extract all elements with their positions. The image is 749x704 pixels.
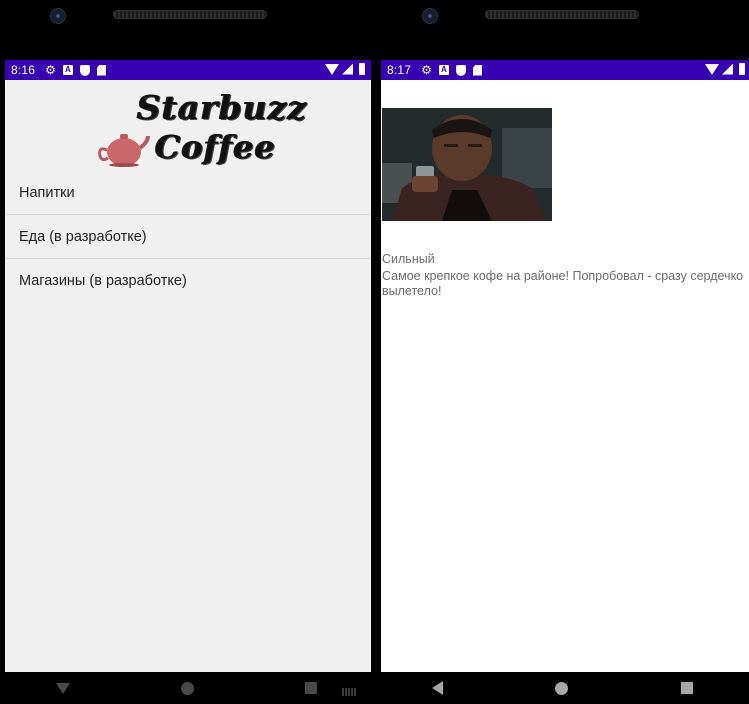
drink-photo [382,108,552,221]
navigation-bar [0,672,372,704]
left-phone: 8:16 ⚙ A Starbuzz Coffee Напитки Еда (в … [0,0,372,704]
status-time: 8:17 [387,63,412,77]
back-icon[interactable] [55,682,70,694]
front-camera [422,8,438,24]
recents-icon[interactable] [304,682,317,694]
earpiece-speaker [113,10,267,19]
battery-icon [739,63,745,75]
sd-card-icon [472,64,482,76]
drink-description: Самое крепкое кофе на районе! Попробовал… [382,269,744,298]
gear-icon: ⚙ [45,63,56,77]
gear-icon: ⚙ [421,63,432,77]
menu-item-food[interactable]: Еда (в разработке) [5,215,371,259]
main-screen: Starbuzz Coffee Напитки Еда (в разработк… [5,80,371,672]
menu-item-label: Напитки [19,184,75,201]
right-phone: 8:17 ⚙ A Сильный Самое крепкое кофе на р… [376,0,749,704]
shield-icon [455,64,466,76]
sd-card-icon [96,64,106,76]
drink-name: Сильный [382,252,435,266]
menu-item-label: Еда (в разработке) [19,228,147,245]
a-icon: A [62,65,73,75]
menu-item-label: Магазины (в разработке) [19,273,187,289]
teapot-icon [98,134,150,167]
status-bar: 8:16 ⚙ A [5,60,371,80]
wifi-icon [705,63,719,75]
logo-text-starbuzz: Starbuzz [137,88,308,127]
keyboard-icon[interactable] [342,688,356,696]
menu-item-drinks[interactable]: Напитки [5,171,371,215]
navigation-bar [376,672,749,704]
battery-icon [359,63,365,75]
wifi-icon [325,63,339,75]
home-icon[interactable] [555,681,569,695]
logo-text-coffee: Coffee [155,128,277,166]
signal-icon [342,63,353,75]
earpiece-speaker [485,10,639,19]
status-time: 8:16 [11,63,36,77]
home-icon[interactable] [180,681,194,695]
back-icon[interactable] [432,681,444,695]
menu-item-stores[interactable]: Магазины (в разработке) [5,259,371,303]
starbuzz-logo: Starbuzz Coffee [93,84,306,170]
status-bar: 8:17 ⚙ A [381,60,749,80]
shield-icon [79,64,90,76]
drink-detail-screen: Сильный Самое крепкое кофе на районе! По… [381,80,749,672]
man-drinking-coffee-image [382,108,552,221]
signal-icon [722,63,733,75]
a-icon: A [438,65,449,75]
front-camera [50,8,66,24]
recents-icon[interactable] [680,682,693,694]
